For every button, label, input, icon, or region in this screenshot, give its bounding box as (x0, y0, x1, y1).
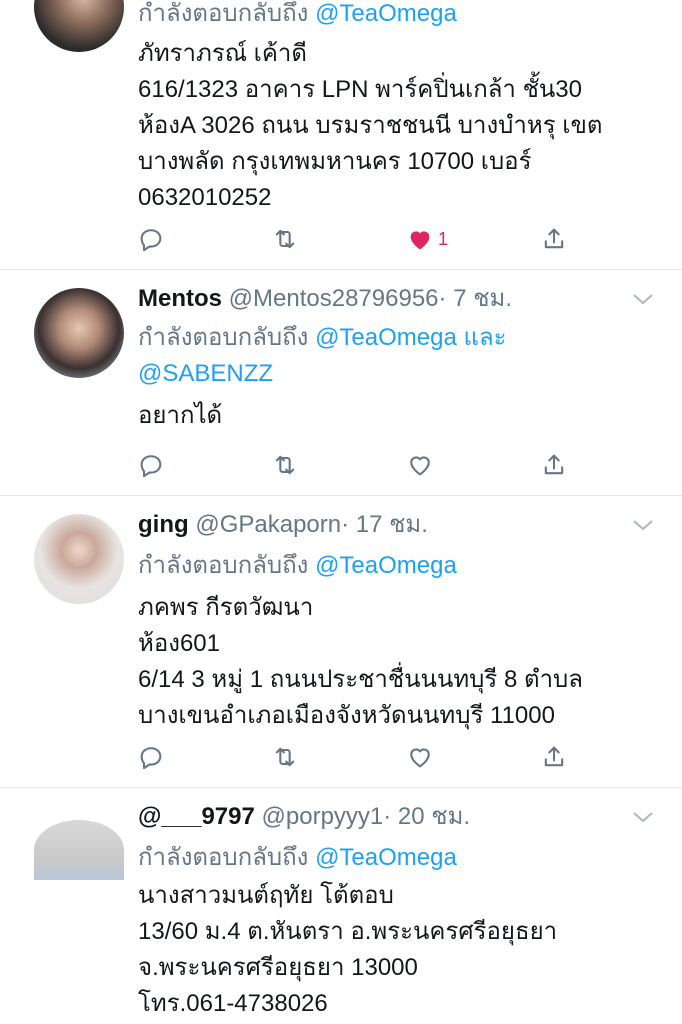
retweet-icon (275, 229, 295, 249)
heart-icon (410, 231, 430, 250)
retweet-button[interactable] (271, 740, 305, 774)
tweet-text-line: นางสาวมนต์ฤทัย โต้ตอบ (138, 882, 394, 909)
tweet-text-line: ภัทราภรณ์ เค้าดี (138, 40, 307, 67)
reply-context: กำลังตอบกลับถึง @TeaOmega (138, 548, 658, 584)
tweet-text: ภคพร กีรตวัฒนา ห้อง601 6/14 3 หมู่ 1 ถนน… (138, 590, 658, 734)
like-button[interactable]: 1 (406, 222, 466, 256)
tweet-text: นางสาวมนต์ฤทัย โต้ตอบ 13/60 ม.4 ต.หันตรา… (138, 878, 658, 1022)
mention-conjunction: และ (463, 324, 507, 351)
timestamp[interactable]: · 17 ชม. (341, 511, 428, 538)
tweet-text-line: จ.พระนครศรีอยุธยา 13000 (138, 954, 418, 981)
tweet-actions (0, 448, 682, 482)
tweet-item[interactable]: Mentos @Mentos28796956· 7 ชม. กำลังตอบกล… (0, 270, 682, 496)
tweet-text-line: 6/14 3 หมู่ 1 ถนนประชาชื่นนนทบุรี 8 ตำบล (138, 666, 583, 693)
chevron-down-icon[interactable] (632, 518, 654, 532)
like-count: 1 (438, 228, 449, 249)
share-button[interactable] (540, 222, 574, 256)
mention-link[interactable]: @TeaOmega (315, 552, 457, 579)
tweet-header: Mentos @Mentos28796956· 7 ชม. (138, 284, 512, 314)
retweet-icon (275, 747, 295, 767)
tweet-text-line: 0632010252 (138, 184, 272, 211)
reply-context: กำลังตอบกลับถึง @TeaOmega (138, 840, 658, 876)
display-name[interactable]: @___9797 (138, 803, 255, 830)
heart-icon (410, 748, 430, 768)
tweet-item[interactable]: ging @GPakaporn· 17 ชม. กำลังตอบกลับถึง … (0, 496, 682, 788)
tweet-item[interactable]: กำลังตอบกลับถึง @TeaOmega ภัทราภรณ์ เค้า… (0, 0, 682, 270)
avatar[interactable] (34, 0, 124, 52)
avatar[interactable] (34, 288, 124, 378)
reply-prefix: กำลังตอบกลับถึง (138, 844, 309, 871)
tweet-item[interactable]: @___9797 @porpyyy1· 20 ชม. กำลังตอบกลับถ… (0, 788, 682, 1024)
reply-button[interactable] (137, 740, 171, 774)
heart-icon (410, 456, 430, 476)
tweet-text: อยากได้ (138, 398, 658, 434)
share-button[interactable] (540, 448, 574, 482)
retweet-button[interactable] (271, 448, 305, 482)
tweet-text-line: บางพลัด กรุงเทพมหานคร 10700 เบอร์ (138, 148, 532, 175)
share-icon (544, 746, 564, 767)
chevron-down-icon[interactable] (632, 810, 654, 824)
tweet-actions (0, 740, 682, 774)
timestamp[interactable]: · 20 ชม. (383, 803, 470, 830)
like-button[interactable] (406, 740, 440, 774)
tweet-text-line: บางเขนอำเภอเมืองจังหวัดนนทบุรี 11000 (138, 702, 555, 729)
reply-icon (140, 455, 162, 478)
avatar[interactable] (34, 514, 124, 604)
reply-button[interactable] (137, 448, 171, 482)
retweet-button[interactable] (271, 222, 305, 256)
tweet-text-line: โทร.061-4738026 (138, 990, 328, 1017)
timestamp[interactable]: · 7 ชม. (439, 285, 512, 312)
tweet-text: ภัทราภรณ์ เค้าดี 616/1323 อาคาร LPN พาร์… (138, 36, 658, 216)
display-name[interactable]: ging (138, 511, 189, 538)
reply-icon (140, 747, 162, 770)
mention-link[interactable]: @TeaOmega (315, 844, 457, 871)
share-icon (544, 228, 564, 249)
user-handle[interactable]: @GPakaporn (195, 511, 341, 538)
display-name[interactable]: Mentos (138, 285, 222, 312)
mention-link[interactable]: @TeaOmega (315, 324, 457, 351)
tweet-text-line: ห้องA 3026 ถนน บรมราชชนนี บางบำหรุ เขต (138, 112, 603, 139)
tweet-header: @___9797 @porpyyy1· 20 ชม. (138, 802, 470, 832)
chevron-down-icon[interactable] (632, 292, 654, 306)
mention-link[interactable]: @SABENZZ (138, 360, 273, 387)
avatar[interactable] (34, 820, 124, 880)
tweet-text-line: ภคพร กีรตวัฒนา (138, 594, 314, 621)
user-handle[interactable]: @porpyyy1 (262, 803, 384, 830)
reply-button[interactable] (137, 222, 171, 256)
reply-context: กำลังตอบกลับถึง @TeaOmega และ @SABENZZ (138, 320, 658, 392)
share-button[interactable] (540, 740, 574, 774)
tweet-text-line: 13/60 ม.4 ต.หันตรา อ.พระนครศรีอยุธยา (138, 918, 558, 945)
reply-prefix: กำลังตอบกลับถึง (138, 0, 309, 27)
reply-prefix: กำลังตอบกลับถึง (138, 552, 309, 579)
share-icon (544, 454, 564, 475)
reply-prefix: กำลังตอบกลับถึง (138, 324, 309, 351)
mention-link[interactable]: @TeaOmega (315, 0, 457, 27)
retweet-icon (275, 455, 295, 475)
tweet-text-line: 616/1323 อาคาร LPN พาร์คปิ่นเกล้า ชั้น30 (138, 76, 582, 103)
tweet-text-line: อยากได้ (138, 402, 223, 429)
reply-icon (140, 229, 162, 252)
user-handle[interactable]: @Mentos28796956 (229, 285, 439, 312)
like-button[interactable] (406, 448, 440, 482)
tweet-actions: 1 (0, 222, 682, 256)
tweet-header: ging @GPakaporn· 17 ชม. (138, 510, 428, 540)
reply-context: กำลังตอบกลับถึง @TeaOmega (138, 0, 658, 32)
tweet-text-line: ห้อง601 (138, 630, 220, 657)
